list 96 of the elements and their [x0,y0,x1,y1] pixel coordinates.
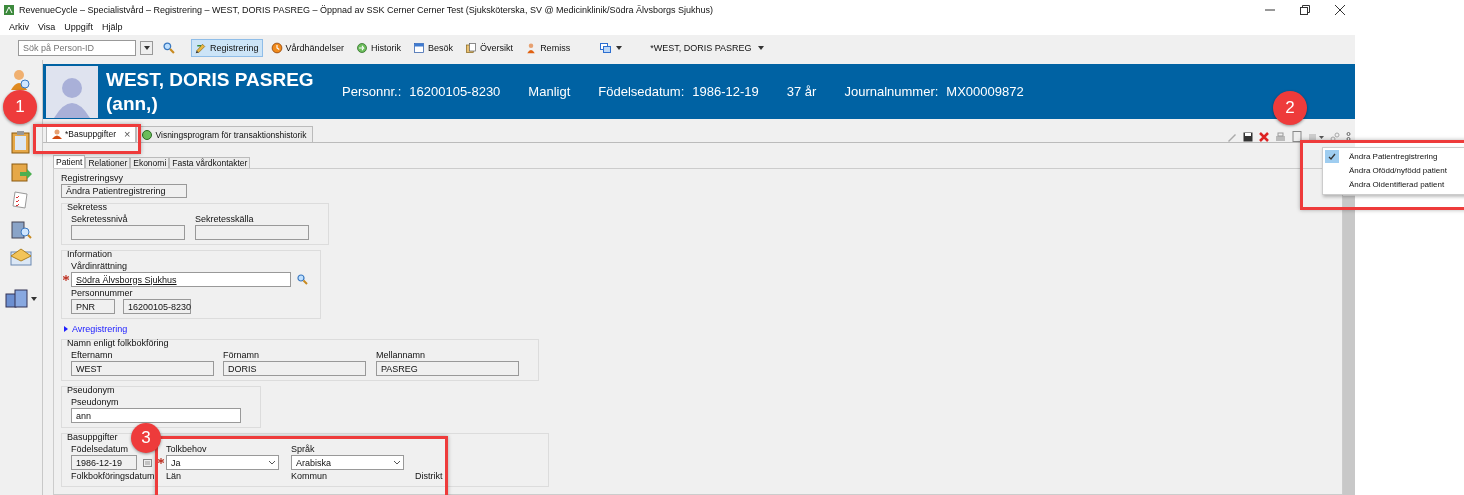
pencil-icon[interactable] [1227,131,1237,142]
clipboard-arrow-icon[interactable] [10,162,32,182]
field-label: Tolkbehov [166,444,207,455]
field-label: Pseudonym [71,397,119,408]
document-icon[interactable] [1292,131,1302,142]
field-label: Kommun [291,471,327,482]
field-label: Vårdinrättning [71,261,128,272]
readonly-field: DORIS [223,361,366,376]
patient-info: 37 år [786,84,817,99]
text-field[interactable]: Södra Älvsborgs Sjukhus [71,272,291,287]
patient-info: Personnr.: 16200105-8230 [342,84,501,99]
patient-alias: (ann,) [106,91,159,116]
calendar-icon[interactable] [143,458,152,467]
patient-name: WEST, DORIS PASREG [106,67,315,92]
menu-item[interactable]: Uppgift [64,22,93,32]
group-title: Information [67,249,113,260]
readonly-field: PNR [71,299,115,314]
dropdown-field[interactable]: Ja [166,455,279,470]
close-icon[interactable] [1335,4,1345,15]
readonly-field: 16200105-8230 [123,299,191,314]
chevron-icon [268,460,276,465]
menu-item[interactable]: Ändra Patientregistrering [1323,149,1464,163]
nav-button[interactable]: Översikt [461,38,518,57]
expander-link[interactable]: Avregistrering [64,324,128,334]
field-label: Språk [291,444,315,455]
buildings-icon[interactable] [5,288,37,308]
person-icon [52,128,62,139]
chevron-icon [393,460,401,465]
field-label: Län [166,471,182,482]
field-label: Distrikt [415,471,443,482]
patient-info: Journalnummer: MX00009872 [844,84,1024,99]
caret-icon [143,45,150,50]
patient-info: Födelsedatum: 1986-12-19 [598,84,759,99]
windows-icon[interactable] [600,42,623,53]
check-icon [1328,152,1336,160]
menu-item[interactable]: Ändra Ofödd/nyfödd patient [1323,163,1464,177]
nav-button[interactable]: Historik [352,38,406,57]
globe-icon [142,129,153,140]
search-icon[interactable] [163,41,175,54]
documents-icon [465,41,478,54]
group-title: Basuppgifter [67,432,118,443]
field-label: Folkbokföringsdatum [71,471,155,482]
window-title: RevenueCycle – Specialistvård – Registrering – WEST, DORIS PASREG – Öppnad av SSK Cerner Cerner Test (Sjuksköterska, SV @ Medicinklinik/Södra Älvsborgs Sjukhus) [19,4,715,15]
nav-button[interactable]: Registrering [191,38,263,57]
menu-item[interactable]: Arkiv [9,22,29,32]
menu-item[interactable]: Ändra Oidentifierad patient [1323,177,1464,191]
envelope-icon[interactable] [10,248,32,266]
field-label: Mellannamn [376,350,426,361]
sub-tab[interactable]: Patient [53,155,86,168]
sub-tab[interactable]: Ekonomi [130,157,170,168]
search-icon[interactable] [297,274,308,285]
field-label: Sekretesskälla [195,214,254,225]
readonly-field: Ändra Patientregistrering [61,184,187,198]
sub-tab[interactable]: Relationer [85,157,131,168]
caret-icon [757,45,764,50]
tab[interactable]: Visningsprogram för transaktionshistorik [136,126,313,142]
window-icon [413,41,426,54]
patient-dropdown[interactable]: *WEST, DORIS PASREG [650,42,764,53]
field-label: Registreringsvy [61,173,124,184]
pencil-icon [195,41,207,54]
scrollbar[interactable] [1343,196,1355,495]
delete-icon[interactable] [1259,131,1269,142]
person-search-icon[interactable] [10,68,32,92]
nav-button[interactable]: Besök [409,38,458,57]
clock-icon [270,41,283,54]
dropdown-button[interactable] [140,40,153,55]
readonly-field: WEST [71,361,214,376]
text-field[interactable]: ann [71,408,241,423]
nav-button[interactable]: Vårdhändelser [266,38,349,57]
avatar-placeholder [46,65,98,118]
menu-item[interactable]: Hjälp [101,22,123,32]
app-icon [4,4,14,15]
field-label: Förnamn [223,350,259,361]
triangle-icon [64,326,68,332]
field-label: Efternamn [71,350,113,361]
restore-icon[interactable] [1300,4,1310,15]
save-icon[interactable] [1243,131,1253,142]
sub-tab[interactable]: Fasta vårdkontakter [169,157,251,168]
date-field[interactable]: 1986-12-19 [71,455,137,470]
group-title: Sekretess [67,202,108,213]
field-label: Personnummer [71,288,133,299]
readonly-field: PASREG [376,361,519,376]
nav-button[interactable]: Remiss [521,38,575,57]
printer-icon[interactable] [1275,131,1286,142]
menu-item[interactable]: Visa [38,22,56,32]
field-label: Födelsedatum [71,444,129,455]
search-field[interactable]: Sök på Person-ID [18,39,136,56]
group-title: Pseudonym [67,385,115,396]
clipboard-icon[interactable] [10,130,32,154]
group-title: Namn enligt folkbokföring [67,338,169,349]
patient-info: Manligt [528,84,571,99]
dropdown-field[interactable]: Arabiska [291,455,404,470]
link-icon[interactable] [1330,131,1340,142]
building-search-icon[interactable] [10,218,32,240]
checklist-icon[interactable] [11,190,31,210]
field-label: Sekretessnivå [71,214,128,225]
